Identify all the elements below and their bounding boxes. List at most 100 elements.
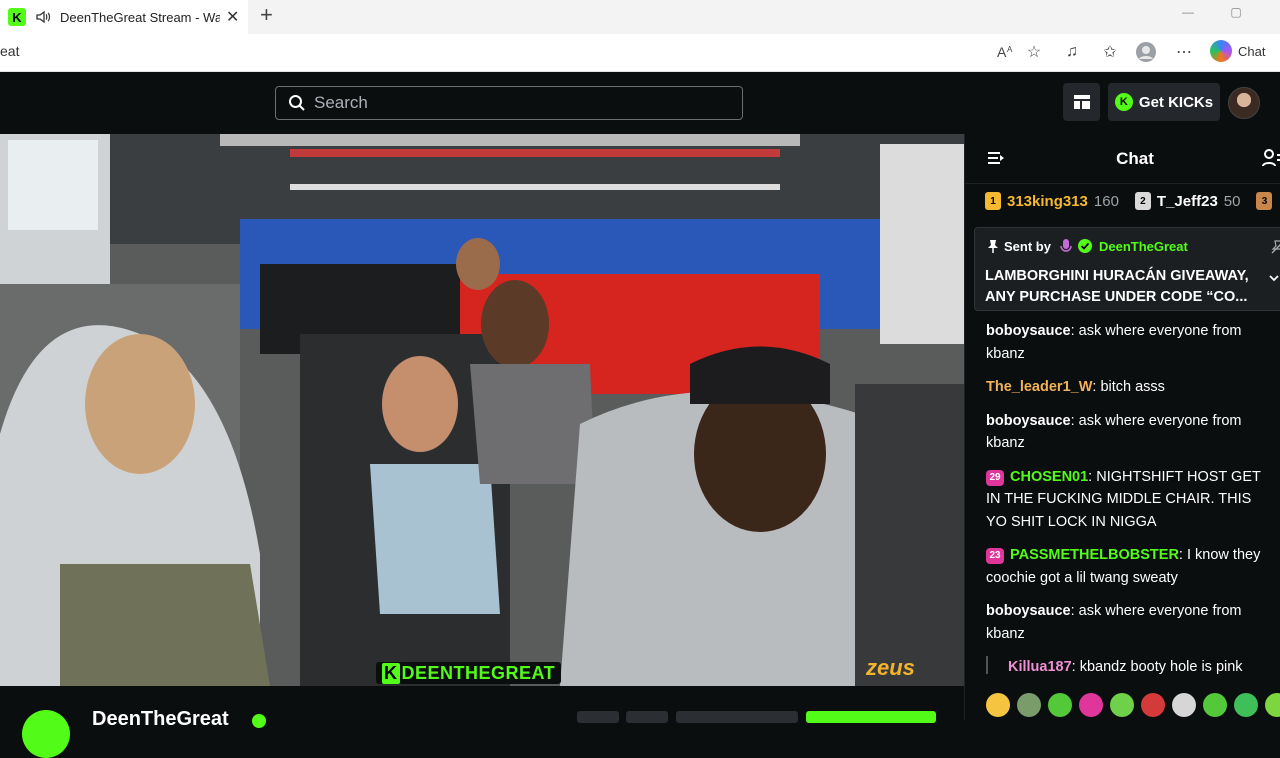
close-tab-icon[interactable]: ✕ (226, 7, 239, 27)
video-player[interactable] (0, 134, 964, 686)
emote-bar (986, 693, 1280, 717)
rank-badge-icon: 1 (985, 192, 1001, 210)
chat-message: The_leader1_W: bitch asss (986, 376, 1276, 399)
search-input[interactable]: Search (275, 86, 743, 120)
pinned-text: LAMBORGHINI HURACÁN GIVEAWAY, ANY PURCHA… (985, 268, 1249, 305)
chat-username[interactable]: Killua187 (1008, 659, 1072, 675)
users-icon[interactable] (1262, 149, 1280, 167)
sponsor-logo: zeus (866, 655, 915, 680)
profile-icon[interactable] (1134, 40, 1158, 64)
svg-text:A: A (1007, 45, 1013, 54)
reply-indicator (986, 656, 988, 674)
favorites-icon[interactable]: ✩ (1098, 40, 1122, 64)
browser-tab[interactable]: K DeenTheGreat Stream - Watch ✕ (0, 0, 248, 34)
search-icon (289, 95, 305, 111)
watermark-k: K (382, 662, 400, 684)
chat-panel: Chat 1 313king313 160 2 T_Jeff23 50 3 Sent by … (964, 134, 1280, 720)
chat-header: Chat (965, 134, 1280, 184)
read-aloud-icon[interactable]: AA (994, 40, 1018, 64)
chat-message: boboysauce: ask where everyone from kban… (986, 600, 1276, 645)
browse-icon (1073, 95, 1090, 109)
rank-badge-icon: 3 (1256, 192, 1273, 210)
pinned-sender-row: Sent by DeenTheGreat (987, 238, 1188, 254)
get-kicks-label: Get KICKs (1138, 93, 1214, 111)
kicks-coin-icon: K (1114, 93, 1133, 111)
verified-badge-icon (252, 714, 266, 728)
copilot-icon (1210, 40, 1232, 62)
emote-icon[interactable] (1079, 693, 1103, 717)
subscriber-badge-icon: 29 (986, 469, 1004, 486)
leaderboard-value: 50 (1223, 192, 1241, 210)
tab-title: DeenTheGreat Stream - Watch (60, 9, 220, 25)
pinned-message[interactable]: Sent by DeenTheGreat LAMBORGHINI HURACÁN… (974, 227, 1280, 311)
chat-separator: : (1070, 323, 1079, 339)
emote-icon[interactable] (1017, 693, 1041, 717)
chat-separator: : (1070, 603, 1079, 619)
chat-message: 23 PASSMETHELBOBSTER: I know they coochie… (986, 544, 1276, 589)
kick-favicon-icon: K (8, 8, 26, 26)
chat-username[interactable]: CHOSEN01 (1010, 469, 1088, 485)
follow-button[interactable] (806, 711, 936, 723)
verified-icon (1077, 239, 1092, 253)
pin-icon (988, 240, 998, 253)
chat-separator: : (1070, 412, 1079, 429)
gift-leaderboard: 1 313king313 160 2 T_Jeff23 50 3 (985, 192, 1278, 210)
maximize-icon[interactable]: ▢ (1216, 0, 1256, 24)
leaderboard-value: 160 (1093, 192, 1119, 210)
chat-username[interactable]: boboysauce (986, 413, 1071, 429)
chat-username[interactable]: boboysauce (986, 323, 1071, 339)
chat-username[interactable]: boboysauce (986, 603, 1071, 619)
subscribe-button[interactable] (676, 711, 798, 723)
channel-avatar[interactable] (22, 710, 70, 758)
leaderboard-user[interactable]: 313king313 (1007, 193, 1088, 210)
chat-message: boboysauce: ask where everyone from kban… (986, 410, 1276, 455)
chat-title: Chat (1116, 149, 1154, 168)
emote-icon[interactable] (1203, 693, 1227, 717)
browser-tab-bar: K DeenTheGreat Stream - Watch ✕ + — ▢ (0, 0, 1280, 34)
new-tab-button[interactable]: + (260, 2, 273, 28)
chat-username[interactable]: PASSMETHELBOBSTER (1010, 547, 1179, 563)
chat-separator: : (1071, 659, 1080, 675)
svg-text:A: A (997, 44, 1007, 60)
chat-message: boboysauce: ask where everyone from kban… (986, 320, 1276, 365)
minimize-icon[interactable]: — (1168, 0, 1208, 24)
chat-message: Killua187: kbandz booty hole is pink (986, 656, 1276, 679)
media-control-icon[interactable]: ♫ (1060, 40, 1084, 64)
get-kicks-button[interactable]: K Get KICKs (1108, 83, 1220, 121)
rank-badge-icon: 2 (1134, 192, 1151, 210)
address-bar: eat (0, 34, 1280, 72)
action-button-2[interactable] (626, 711, 668, 723)
chat-separator: : (1178, 547, 1187, 563)
broadcaster-mic-icon (1060, 239, 1072, 252)
browse-button[interactable] (1063, 83, 1100, 121)
emote-icon[interactable] (1048, 693, 1072, 717)
stream-video-frame (0, 134, 964, 686)
more-options-icon[interactable]: ⋯ (1172, 40, 1196, 64)
emote-icon[interactable] (1234, 693, 1258, 717)
unpin-icon[interactable] (1271, 240, 1280, 254)
chat-username[interactable]: The_leader1_W (986, 379, 1092, 395)
watermark-text: DEENTHEGREAT (401, 662, 556, 683)
leaderboard-user[interactable]: T_Jeff23 (1157, 193, 1218, 210)
pinned-sender[interactable]: DeenTheGreat (1099, 239, 1188, 254)
chat-messages: boboysauce: ask where everyone from kban… (986, 320, 1276, 690)
copilot-chat-button[interactable]: Chat (1210, 40, 1265, 62)
favorite-star-icon[interactable]: ☆ (1022, 40, 1046, 64)
action-button-1[interactable] (577, 711, 619, 723)
url-field[interactable]: eat (0, 43, 19, 59)
chat-text: bitch asss (1100, 379, 1165, 395)
speaker-icon[interactable] (34, 8, 52, 26)
emote-icon[interactable] (1110, 693, 1134, 717)
emote-icon[interactable] (1172, 693, 1196, 717)
user-avatar[interactable] (1228, 87, 1260, 119)
emote-icon[interactable] (1141, 693, 1165, 717)
emote-icon[interactable] (986, 693, 1010, 717)
sent-by-label: Sent by (1004, 238, 1051, 254)
emote-icon[interactable] (1265, 693, 1280, 717)
site-header: Search K Get KICKs (0, 72, 1280, 134)
copilot-label: Chat (1238, 43, 1266, 59)
chat-text: kbandz booty hole is pink (1079, 659, 1243, 675)
search-placeholder: Search (314, 93, 368, 112)
subscriber-badge-icon: 23 (986, 548, 1004, 565)
chevron-down-icon[interactable] (1268, 272, 1280, 284)
